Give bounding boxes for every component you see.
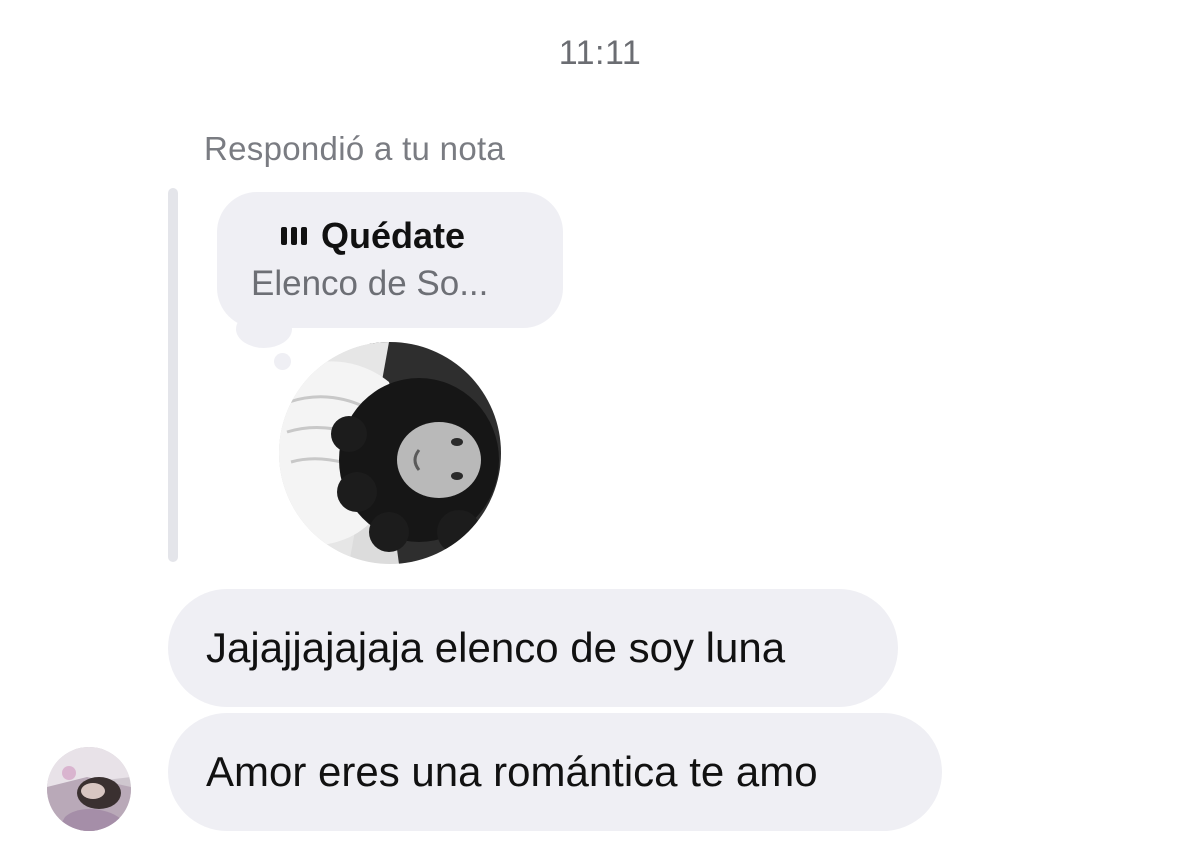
note-song-title: Quédate [321, 215, 466, 256]
message-bubble[interactable]: Amor eres una romántica te amo [168, 713, 942, 831]
message-text: Amor eres una romántica te amo [206, 748, 818, 795]
note-bubble-tail-dot [274, 353, 291, 370]
music-note-bubble[interactable]: Quédate Elenco de So... [217, 192, 563, 328]
sender-avatar[interactable] [47, 747, 131, 831]
reply-caption: Respondió a tu nota [204, 130, 506, 167]
reply-indicator-bar [168, 188, 178, 562]
note-title-row: Quédate [281, 214, 563, 258]
note-owner-avatar[interactable] [279, 342, 501, 564]
message-bubble[interactable]: Jajajjajajaja elenco de soy luna [168, 589, 898, 707]
message-text: Jajajjajajaja elenco de soy luna [206, 624, 786, 671]
audio-bars-icon [281, 227, 307, 245]
note-song-artist: Elenco de So... [251, 264, 489, 303]
message-timestamp: 11:11 [558, 34, 642, 72]
